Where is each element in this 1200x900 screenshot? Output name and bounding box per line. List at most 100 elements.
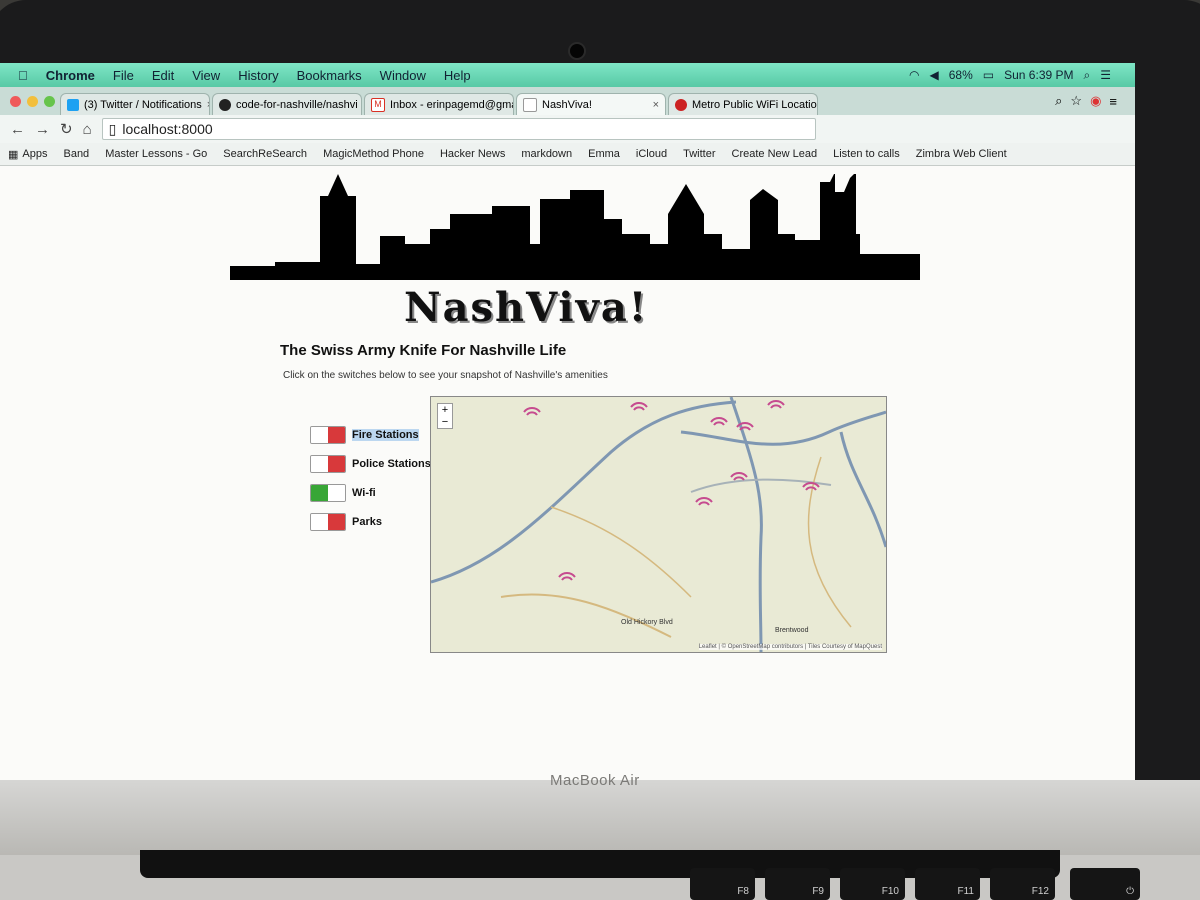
- bookmark-label: MagicMethod Phone: [323, 148, 424, 160]
- opera-icon: [675, 98, 687, 111]
- spotlight-icon[interactable]: ⌕: [1084, 68, 1091, 83]
- toggle-wifi[interactable]: Wi-fi: [310, 484, 376, 502]
- bookmark-create-new-lead[interactable]: Create New Lead: [732, 148, 818, 160]
- zoom-out-button[interactable]: −: [438, 416, 452, 428]
- tab-nashviva[interactable]: NashViva! ×: [516, 93, 666, 115]
- bookmark-label: Apps: [22, 148, 48, 160]
- switch-police-stations[interactable]: [310, 455, 346, 473]
- bookmark-label: Create New Lead: [731, 148, 818, 160]
- gmail-icon: M: [371, 97, 385, 112]
- browser-toolbar: ← → ↻ ⌂ ▯ localhost:8000: [0, 115, 1135, 143]
- switch-wifi[interactable]: [310, 484, 346, 502]
- key-f8[interactable]: F8: [690, 868, 755, 900]
- bookmark-label: Listen to calls: [833, 148, 900, 160]
- map-attribution[interactable]: Leaflet | © OpenStreetMap contributors |…: [698, 644, 882, 650]
- screen:  Chrome File Edit View History Bookmark…: [0, 63, 1135, 783]
- tab-title: Inbox - erinpagemd@gma: [390, 98, 514, 111]
- instructions-text: Click on the switches below to see your …: [283, 370, 608, 381]
- forward-icon[interactable]: →: [35, 121, 50, 138]
- page-icon: ▯: [108, 120, 117, 137]
- bookmark-hacker-news[interactable]: Hacker News: [440, 148, 505, 160]
- switch-parks[interactable]: [310, 513, 346, 531]
- wifi-status-icon[interactable]: ◠: [909, 68, 919, 82]
- app-menu[interactable]: Chrome: [46, 68, 95, 83]
- bookmark-label: Master Lessons - Go: [105, 148, 208, 160]
- leaflet-map[interactable]: + − Brentwood Old Hickory Blvd Leaflet |…: [430, 396, 887, 653]
- site-title: NashViva!: [404, 284, 649, 331]
- tab-github[interactable]: code-for-nashville/nashvi ×: [212, 93, 362, 115]
- key-f10[interactable]: F10: [840, 868, 905, 900]
- menubar-clock[interactable]: Sun 6:39 PM: [1004, 68, 1073, 82]
- map-label-road: Old Hickory Blvd: [621, 619, 673, 626]
- tab-strip: (3) Twitter / Notifications × code-for-n…: [0, 87, 1135, 115]
- notification-center-icon[interactable]: ☰: [1100, 68, 1111, 82]
- map-roads: [431, 397, 886, 652]
- switch-fire-stations[interactable]: [310, 426, 346, 444]
- toggle-police-stations[interactable]: Police Stations: [310, 455, 431, 473]
- toggle-parks[interactable]: Parks: [310, 513, 382, 531]
- menu-file[interactable]: File: [113, 68, 134, 83]
- zoom-window-button[interactable]: [44, 96, 55, 107]
- menu-history[interactable]: History: [238, 68, 278, 83]
- bookmark-band[interactable]: Band: [63, 148, 89, 160]
- tab-title: (3) Twitter / Notifications: [84, 98, 202, 111]
- bookmark-label: Band: [63, 148, 90, 160]
- extension-icon[interactable]: ◉: [1090, 93, 1101, 109]
- toggle-label: Police Stations: [352, 458, 431, 470]
- key-f12[interactable]: F12: [990, 868, 1055, 900]
- camera: [570, 44, 584, 58]
- bookmark-icloud[interactable]: iCloud: [636, 148, 667, 160]
- home-icon[interactable]: ⌂: [83, 121, 92, 138]
- bookmark-label: markdown: [521, 148, 573, 160]
- bookmark-twitter[interactable]: Twitter: [683, 148, 715, 160]
- twitter-icon: [67, 98, 79, 111]
- tab-title: code-for-nashville/nashvi: [236, 98, 358, 111]
- toggle-fire-stations[interactable]: Fire Stations: [310, 426, 419, 444]
- menu-view[interactable]: View: [192, 68, 220, 83]
- bookmark-label: Emma: [588, 148, 620, 160]
- bookmark-label: iCloud: [635, 148, 668, 160]
- back-icon[interactable]: ←: [10, 121, 25, 138]
- bookmark-markdown[interactable]: markdown: [521, 148, 572, 160]
- address-text: localhost:8000: [122, 121, 213, 137]
- bookmark-star-icon[interactable]: ☆: [1070, 93, 1082, 109]
- bookmark-searchresearch[interactable]: SearchReSearch: [223, 148, 307, 160]
- page-content: NashViva! The Swiss Army Knife For Nashv…: [0, 166, 1135, 783]
- volume-icon[interactable]: ◀: [930, 68, 939, 82]
- key-f9[interactable]: F9: [765, 868, 830, 900]
- mac-menubar:  Chrome File Edit View History Bookmark…: [0, 63, 1135, 87]
- tab-gmail[interactable]: M Inbox - erinpagemd@gma ×: [364, 93, 514, 115]
- address-bar[interactable]: ▯ localhost:8000: [101, 118, 816, 140]
- menu-edit[interactable]: Edit: [152, 68, 174, 83]
- tab-twitter[interactable]: (3) Twitter / Notifications ×: [60, 93, 210, 115]
- battery-percent[interactable]: 68%: [949, 68, 973, 82]
- window-controls: [10, 96, 55, 107]
- tab-metro-wifi[interactable]: Metro Public WiFi Location ×: [668, 93, 818, 115]
- menu-bookmarks[interactable]: Bookmarks: [297, 68, 362, 83]
- bookmark-master-lessons[interactable]: Master Lessons - Go: [105, 148, 207, 160]
- menu-help[interactable]: Help: [444, 68, 471, 83]
- map-label-brentwood: Brentwood: [775, 627, 809, 634]
- zoom-in-button[interactable]: +: [438, 404, 452, 416]
- close-tab-icon[interactable]: ×: [653, 99, 659, 111]
- github-icon: [219, 98, 231, 111]
- reload-icon[interactable]: ↻: [60, 120, 73, 138]
- bookmark-listen-to-calls[interactable]: Listen to calls: [833, 148, 900, 160]
- bookmark-emma[interactable]: Emma: [588, 148, 620, 160]
- close-tab-icon[interactable]: ×: [207, 99, 209, 111]
- minimize-window-button[interactable]: [27, 96, 38, 107]
- apple-menu[interactable]: : [18, 68, 28, 83]
- search-icon[interactable]: ⌕: [1055, 93, 1062, 109]
- bookmark-label: Twitter: [683, 148, 716, 160]
- tab-title: Metro Public WiFi Location: [692, 98, 818, 111]
- page-subtitle: The Swiss Army Knife For Nashville Life: [280, 342, 567, 359]
- bookmark-zimbra[interactable]: Zimbra Web Client: [916, 148, 1007, 160]
- power-key[interactable]: ⏻: [1070, 868, 1140, 900]
- bookmark-apps[interactable]: ▦ Apps: [8, 148, 47, 161]
- key-f11[interactable]: F11: [915, 868, 980, 900]
- battery-icon[interactable]: ▭: [983, 68, 994, 82]
- bookmark-magicmethod[interactable]: MagicMethod Phone: [323, 148, 424, 160]
- chrome-menu-icon[interactable]: ≡: [1109, 94, 1117, 109]
- close-window-button[interactable]: [10, 96, 21, 107]
- menu-window[interactable]: Window: [380, 68, 426, 83]
